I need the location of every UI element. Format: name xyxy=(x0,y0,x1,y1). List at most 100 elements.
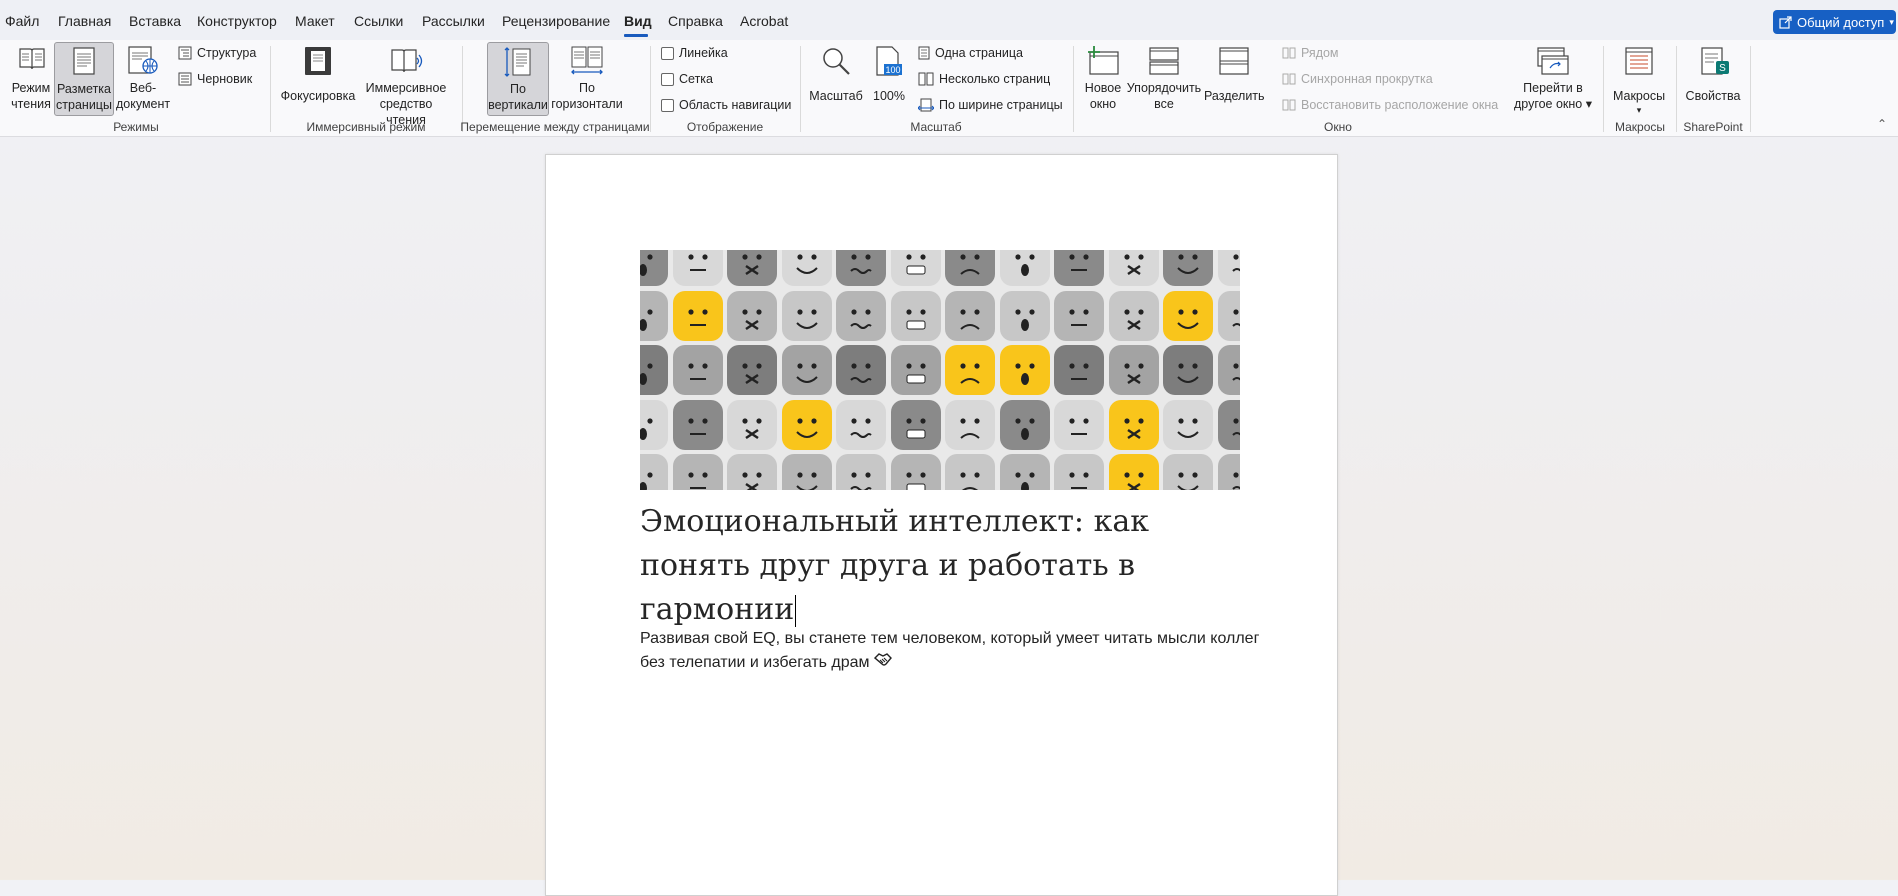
properties-label: Свойства xyxy=(1685,89,1741,103)
group-label-sharepoint: SharePoint xyxy=(1683,120,1743,134)
emoji-face xyxy=(836,250,886,286)
web-layout-button[interactable]: Веб-документ xyxy=(116,42,170,114)
tab-help[interactable]: Справка xyxy=(668,13,723,29)
tab-references[interactable]: Ссылки xyxy=(354,13,403,29)
zoom-button[interactable]: Масштаб xyxy=(808,42,864,114)
side-by-side-button[interactable]: Рядом xyxy=(1282,46,1339,60)
emoji-face xyxy=(781,250,832,286)
share-label: Общий доступ xyxy=(1797,14,1885,30)
group-separator xyxy=(800,46,801,132)
emoji-face xyxy=(781,290,832,341)
emoji-face xyxy=(890,290,941,341)
vertical-scroll-button[interactable]: По вертикали xyxy=(487,42,549,116)
tab-review[interactable]: Рецензирование xyxy=(502,13,610,29)
reset-window-position-button[interactable]: Восстановить расположение окна xyxy=(1282,98,1498,112)
read-mode-label: Режим чтения xyxy=(11,81,51,111)
tab-file[interactable]: Файл xyxy=(5,13,39,29)
focus-icon xyxy=(305,47,331,75)
new-window-icon xyxy=(1088,46,1119,75)
split-button[interactable]: Разделить xyxy=(1204,42,1265,114)
emoji-face xyxy=(640,345,668,395)
emoji-face xyxy=(999,345,1050,395)
emoji-face xyxy=(1163,454,1213,490)
arrange-all-label: Упорядочить все xyxy=(1126,81,1202,111)
sync-scroll-icon xyxy=(1282,73,1296,85)
vertical-scroll-icon xyxy=(504,47,531,77)
emoji-face xyxy=(836,399,886,450)
emoji-face xyxy=(1054,454,1104,490)
split-label: Разделить xyxy=(1204,89,1265,103)
side-to-side-button[interactable]: По горизонтали xyxy=(550,42,624,114)
ruler-checkbox[interactable]: Линейка xyxy=(661,46,728,60)
chevron-down-icon: ▾ xyxy=(1585,97,1593,111)
emoji-face xyxy=(727,399,777,450)
emoji-face xyxy=(890,399,941,450)
share-icon xyxy=(1779,15,1792,29)
tab-mailings[interactable]: Рассылки xyxy=(422,13,485,29)
read-mode-button[interactable]: Режим чтения xyxy=(5,42,57,114)
page-width-button[interactable]: По ширине страницы xyxy=(918,98,1063,112)
sharepoint-properties-icon: S xyxy=(1701,47,1729,75)
emoji-face xyxy=(1217,345,1240,395)
group-label-page-movement: Перемещение между страницами xyxy=(460,120,650,134)
group-separator xyxy=(1073,46,1074,132)
one-page-button[interactable]: Одна страница xyxy=(918,46,1023,60)
grid-checkbox[interactable]: Сетка xyxy=(661,72,713,86)
tab-layout[interactable]: Макет xyxy=(295,13,335,29)
emoji-face xyxy=(999,250,1050,286)
print-layout-button[interactable]: Разметка страницы xyxy=(54,42,114,116)
zoom-100-button[interactable]: 100 100% xyxy=(868,42,910,114)
checkbox-icon xyxy=(661,72,674,86)
navigation-pane-checkbox[interactable]: Область навигации xyxy=(661,98,791,112)
side-to-side-icon xyxy=(571,46,603,75)
emoji-face xyxy=(1108,345,1159,395)
document-title[interactable]: Эмоциональный интеллект: как понять друг… xyxy=(640,500,1240,632)
zoom-100-label: 100% xyxy=(873,89,905,103)
multiple-pages-icon xyxy=(918,72,934,86)
tab-design[interactable]: Конструктор xyxy=(197,13,277,29)
emoji-face xyxy=(890,250,941,286)
arrange-all-button[interactable]: Упорядочить все xyxy=(1126,42,1202,114)
properties-button[interactable]: S Свойства xyxy=(1684,42,1742,114)
magnifier-icon xyxy=(823,48,850,75)
reset-position-icon xyxy=(1282,99,1296,111)
page-width-icon xyxy=(918,98,934,112)
emoji-face xyxy=(890,454,941,490)
outline-button[interactable]: Структура xyxy=(178,46,256,60)
multiple-pages-button[interactable]: Несколько страниц xyxy=(918,72,1050,86)
group-label-macros: Макросы xyxy=(1614,120,1666,134)
group-separator xyxy=(1750,46,1751,132)
read-mode-icon xyxy=(19,48,45,70)
tab-home[interactable]: Главная xyxy=(58,13,111,29)
emoji-face xyxy=(1163,290,1213,341)
immersive-reader-button[interactable]: Иммерсивное средство чтения xyxy=(360,42,452,127)
emoji-face xyxy=(1054,345,1104,395)
ribbon: Режим чтения Разметка страницы Веб-докумен… xyxy=(0,40,1898,137)
emoji-face xyxy=(727,345,777,395)
collapse-ribbon-icon[interactable]: ⌃ xyxy=(1877,117,1887,131)
tab-acrobat[interactable]: Acrobat xyxy=(740,13,788,29)
group-separator xyxy=(650,46,651,132)
share-button[interactable]: Общий доступ ▾ xyxy=(1773,10,1896,34)
emoji-face xyxy=(1217,454,1240,490)
web-layout-icon xyxy=(128,46,158,74)
new-window-button[interactable]: Новое окно xyxy=(1080,42,1126,114)
draft-button[interactable]: Черновик xyxy=(178,72,252,86)
macros-button[interactable]: Макросы ▾ xyxy=(1610,42,1668,115)
switch-windows-icon xyxy=(1537,47,1569,75)
emoji-face xyxy=(999,454,1050,490)
zoom-label: Масштаб xyxy=(809,89,863,103)
emoji-face xyxy=(640,250,668,286)
group-separator xyxy=(1603,46,1604,132)
document-paragraph[interactable]: Развивая свой EQ, вы станете тем человек… xyxy=(640,627,1260,675)
sync-scroll-button[interactable]: Синхронная прокрутка xyxy=(1282,72,1433,86)
switch-windows-button[interactable]: Перейти в другое окно ▾ xyxy=(1506,42,1600,114)
tab-view[interactable]: Вид xyxy=(624,13,652,29)
outline-icon xyxy=(178,46,192,60)
focus-button[interactable]: Фокусировка xyxy=(278,42,358,114)
emoji-face xyxy=(672,454,723,490)
emoji-faces-image[interactable] xyxy=(640,250,1240,490)
tab-insert[interactable]: Вставка xyxy=(129,13,181,29)
emoji-face xyxy=(640,399,668,450)
emoji-face xyxy=(1163,250,1213,286)
